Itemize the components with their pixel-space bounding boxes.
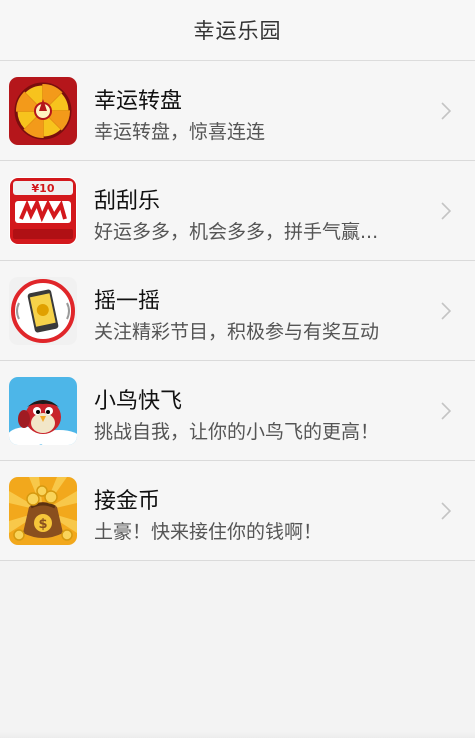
- coin-bag-icon: $: [9, 477, 77, 545]
- item-subtitle: 好运多多，机会多多，拼手气赢...: [94, 221, 379, 243]
- item-title: 接金币: [94, 489, 161, 514]
- list-item-shake[interactable]: 摇一摇 关注精彩节目，积极参与有奖互动: [0, 261, 475, 361]
- svg-text:$: $: [38, 517, 47, 532]
- chevron-right-icon: [441, 502, 451, 520]
- shake-phone-icon: [9, 277, 77, 345]
- list-item-lucky-wheel[interactable]: 幸运转盘 幸运转盘，惊喜连连: [0, 61, 475, 161]
- bottom-edge: [0, 732, 475, 738]
- item-title: 刮刮乐: [94, 189, 161, 214]
- item-subtitle: 关注精彩节目，积极参与有奖互动: [94, 321, 380, 343]
- chevron-right-icon: [441, 102, 451, 120]
- item-subtitle: 幸运转盘，惊喜连连: [94, 121, 266, 143]
- chevron-right-icon: [441, 302, 451, 320]
- list-item-scratch-card[interactable]: ¥10 刮刮乐 好运多多，机会多多，拼手气赢...: [0, 161, 475, 261]
- game-list: 幸运转盘 幸运转盘，惊喜连连 ¥10 刮刮乐 好运多多，机会多多，拼手气赢...: [0, 61, 475, 561]
- chevron-right-icon: [441, 202, 451, 220]
- app-header: 幸运乐园: [0, 0, 475, 61]
- wheel-icon: [9, 77, 77, 145]
- item-title: 小鸟快飞: [94, 389, 183, 414]
- page-title: 幸运乐园: [193, 19, 282, 43]
- scratch-card-icon: ¥10: [9, 177, 77, 245]
- item-subtitle: 挑战自我，让你的小鸟飞的更高！: [94, 421, 380, 443]
- bird-icon: [9, 377, 77, 445]
- item-subtitle: 土豪！快来接住你的钱啊！: [94, 521, 323, 543]
- list-item-flappy-bird[interactable]: 小鸟快飞 挑战自我，让你的小鸟飞的更高！: [0, 361, 475, 461]
- scratch-card-amount: ¥10: [32, 182, 55, 195]
- chevron-right-icon: [441, 402, 451, 420]
- item-title: 幸运转盘: [94, 89, 183, 114]
- list-item-catch-coins[interactable]: $ 接金币 土豪！快来接住你的钱啊！: [0, 461, 475, 561]
- item-title: 摇一摇: [94, 289, 161, 314]
